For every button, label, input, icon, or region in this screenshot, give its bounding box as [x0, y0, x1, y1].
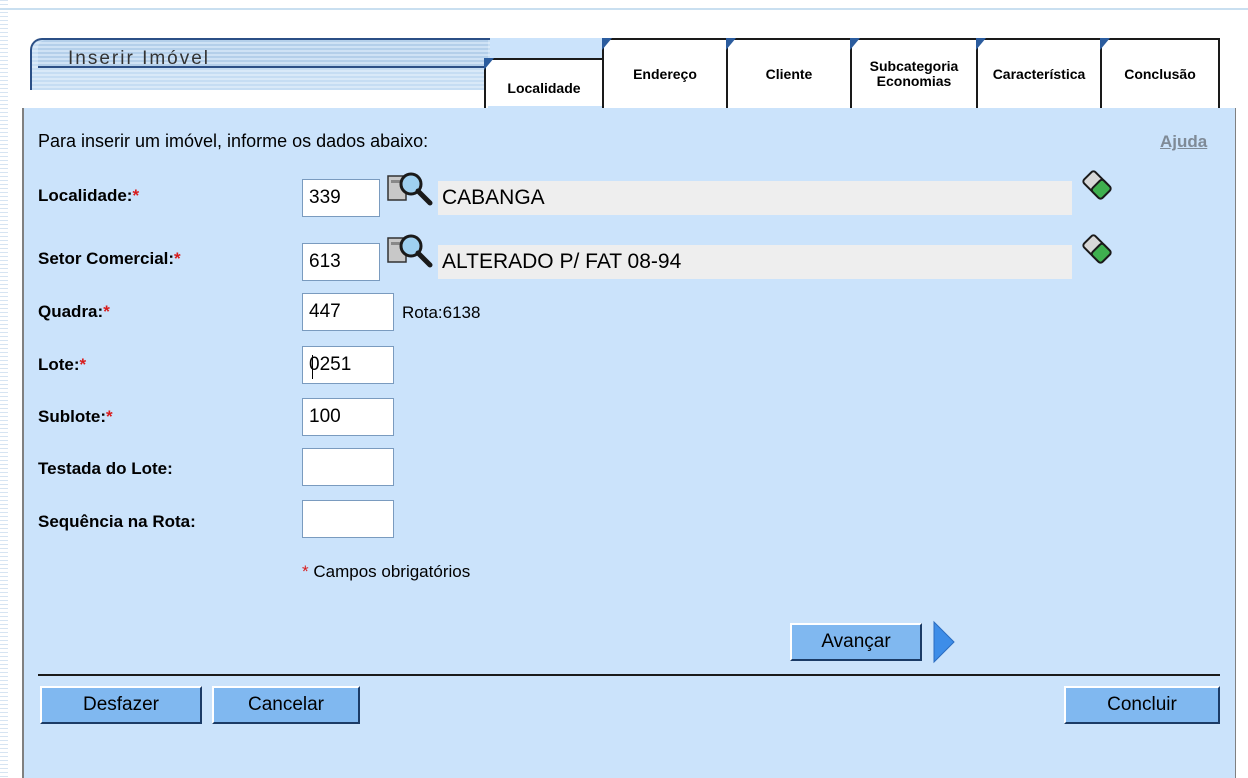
search-icon[interactable]	[386, 232, 434, 274]
avancar-label: Avançar	[821, 631, 891, 652]
cancelar-label: Cancelar	[247, 694, 325, 715]
lote-value: 0251	[309, 354, 352, 375]
tab-label-line1: Subcategoria	[869, 58, 959, 74]
help-link[interactable]: Ajuda	[1160, 132, 1207, 152]
page-title: Inserir Imóvel	[68, 48, 211, 69]
quadra-label-text: Quadra:	[38, 302, 104, 321]
tab-localidade[interactable]: Localidade	[484, 58, 604, 108]
setor-comercial-label-text: Setor Comercial:	[38, 249, 175, 268]
localidade-name-value: CABANGA	[442, 186, 545, 209]
tab-corner	[1100, 38, 1110, 50]
required-note: * Campos obrigatórios	[302, 562, 470, 582]
tab-corner	[726, 38, 736, 50]
eraser-icon[interactable]	[1080, 168, 1114, 202]
avancar-button[interactable]: Avançar	[790, 623, 922, 661]
tab-corner	[484, 58, 494, 70]
sublote-label: Sublote:*	[38, 407, 113, 427]
tab-conclusao[interactable]: Conclusão	[1100, 38, 1220, 108]
required-note-text: Campos obrigatórios	[313, 562, 471, 581]
lote-label-text: Lote:	[38, 355, 80, 374]
text-caret	[312, 355, 313, 379]
required-mark: *	[79, 355, 87, 374]
required-mark: *	[174, 249, 181, 268]
instructions-text: Para inserir um imóvel, informe os dados…	[38, 131, 429, 151]
localidade-label: Localidade:*	[38, 186, 139, 206]
sublote-value: 100	[309, 406, 341, 427]
concluir-button[interactable]: Concluir	[1064, 686, 1220, 724]
rota-text: Rota:6138	[402, 303, 481, 322]
localidade-label-text: Localidade:	[38, 186, 133, 205]
required-mark: *	[103, 302, 110, 321]
testada-input[interactable]	[302, 448, 394, 486]
setor-comercial-label: Setor Comercial:*	[38, 249, 181, 269]
tab-label: Localidade	[507, 80, 581, 96]
quadra-input[interactable]: 447	[302, 293, 394, 331]
footer-separator	[38, 674, 1220, 676]
required-mark: *	[302, 562, 309, 581]
required-mark: *	[106, 407, 113, 426]
tab-caracteristica[interactable]: Característica	[976, 38, 1102, 108]
setor-comercial-name-value: ALTERADO P/ FAT 08-94	[442, 250, 682, 273]
sequencia-input[interactable]	[302, 500, 394, 538]
sublote-input[interactable]: 100	[302, 398, 394, 436]
desfazer-button[interactable]: Desfazer	[40, 686, 202, 724]
lote-input[interactable]: 0251	[302, 346, 394, 384]
tab-label: Endereço	[633, 65, 697, 82]
arrow-right-icon[interactable]	[932, 620, 956, 664]
sublote-label-text: Sublote:	[38, 407, 106, 426]
tab-label: Conclusão	[1124, 65, 1196, 82]
lote-label: Lote:*	[38, 355, 86, 375]
search-icon[interactable]	[386, 170, 434, 212]
desfazer-label: Desfazer	[82, 694, 160, 715]
tab-endereco[interactable]: Endereço	[602, 38, 728, 108]
quadra-value: 447	[309, 301, 341, 322]
tab-corner	[850, 38, 860, 50]
cancelar-button[interactable]: Cancelar	[212, 686, 360, 724]
setor-comercial-code-input[interactable]: 613	[302, 243, 380, 281]
setor-comercial-code-value: 613	[309, 251, 341, 272]
testada-label: Testada do Lote:	[38, 459, 173, 478]
active-tab-join	[488, 106, 602, 108]
title-tab: Inserir Imóvel	[30, 38, 496, 90]
tab-label-line2: Economias	[876, 73, 952, 89]
tab-label: Cliente	[765, 65, 813, 82]
localidade-code-value: 339	[309, 187, 341, 208]
quadra-label: Quadra:*	[38, 302, 110, 322]
tab-label: Característica	[992, 65, 1086, 82]
top-rule	[0, 8, 1248, 10]
eraser-icon[interactable]	[1080, 232, 1114, 266]
required-mark: *	[132, 186, 140, 205]
tab-corner	[976, 38, 986, 50]
localidade-name-field: CABANGA	[438, 181, 1072, 215]
title-strip: Inserir Imóvel	[38, 40, 488, 69]
tab-subcategoria-economias[interactable]: Subcategoria Economias	[850, 38, 978, 108]
sequencia-label: Sequência na Rota:	[38, 512, 196, 531]
tab-cliente[interactable]: Cliente	[726, 38, 852, 108]
setor-comercial-name-field: ALTERADO P/ FAT 08-94	[438, 245, 1072, 279]
concluir-label: Concluir	[1107, 694, 1177, 715]
localidade-code-input[interactable]: 339	[302, 179, 380, 217]
tab-corner	[602, 38, 612, 50]
